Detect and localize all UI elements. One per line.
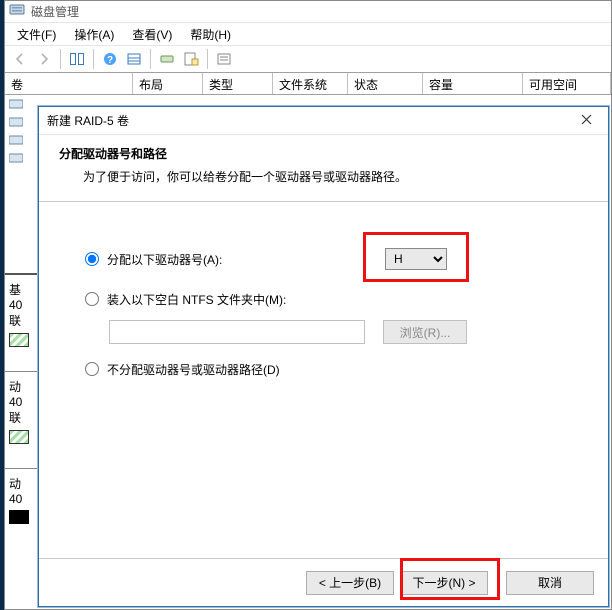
disk-hatch-icon bbox=[9, 333, 29, 347]
radio-mount-folder[interactable] bbox=[85, 292, 99, 306]
option-assign-letter-label: 分配以下驱动器号(A): bbox=[107, 251, 222, 268]
wizard-header: 分配驱动器号和路径 为了便于访问，你可以给卷分配一个驱动器号或驱动器路径。 bbox=[39, 135, 608, 202]
main-menubar: 文件(F) 操作(A) 查看(V) 帮助(H) bbox=[5, 23, 611, 45]
radio-no-assign[interactable] bbox=[85, 362, 99, 376]
menu-help[interactable]: 帮助(H) bbox=[182, 24, 239, 45]
col-layout[interactable]: 布局 bbox=[133, 73, 203, 94]
toolbar-separator bbox=[93, 49, 94, 69]
option-mount-folder-row: 装入以下空白 NTFS 文件夹中(M): bbox=[85, 288, 582, 310]
col-type[interactable]: 类型 bbox=[203, 73, 273, 94]
toolbar-properties-icon[interactable] bbox=[180, 48, 202, 70]
menu-action[interactable]: 操作(A) bbox=[66, 24, 122, 45]
drive-letter-select[interactable]: H bbox=[385, 248, 447, 270]
wizard-footer: < 上一步(B) 下一步(N) > 取消 bbox=[39, 558, 608, 606]
next-button[interactable]: 下一步(N) > bbox=[400, 571, 488, 595]
volume-icon bbox=[9, 134, 23, 146]
disk-hatch-icon bbox=[9, 430, 29, 444]
toolbar-drive-icon[interactable] bbox=[156, 48, 178, 70]
col-free[interactable]: 可用空间 bbox=[523, 73, 611, 94]
close-button[interactable] bbox=[564, 107, 608, 135]
toolbar-separator bbox=[150, 49, 151, 69]
unallocated-icon bbox=[9, 510, 29, 524]
menu-file[interactable]: 文件(F) bbox=[9, 24, 64, 45]
radio-assign-letter[interactable] bbox=[85, 252, 99, 266]
toolbar-list-icon[interactable] bbox=[213, 48, 235, 70]
forward-icon bbox=[33, 48, 55, 70]
toolbar-separator bbox=[207, 49, 208, 69]
option-no-assign-row: 不分配驱动器号或驱动器路径(D) bbox=[85, 358, 582, 380]
main-titlebar: 磁盘管理 bbox=[5, 1, 611, 23]
wizard-content: 分配以下驱动器号(A): H 装入以下空白 NTFS 文件夹中(M): 浏览(R… bbox=[39, 202, 608, 380]
wizard-title: 新建 RAID-5 卷 bbox=[47, 112, 129, 129]
col-volume[interactable]: 卷 bbox=[5, 73, 133, 94]
main-toolbar: ? bbox=[5, 45, 611, 73]
svg-text:?: ? bbox=[107, 55, 113, 66]
back-button[interactable]: < 上一步(B) bbox=[306, 571, 394, 595]
volume-icon bbox=[9, 116, 23, 128]
option-mount-folder-label: 装入以下空白 NTFS 文件夹中(M): bbox=[107, 291, 286, 308]
option-no-assign-label: 不分配驱动器号或驱动器路径(D) bbox=[107, 361, 280, 378]
wizard-subheading: 为了便于访问，你可以给卷分配一个驱动器号或驱动器路径。 bbox=[83, 168, 588, 185]
main-title: 磁盘管理 bbox=[31, 3, 79, 20]
toolbar-panes-icon[interactable] bbox=[66, 48, 88, 70]
raid5-wizard-dialog: 新建 RAID-5 卷 分配驱动器号和路径 为了便于访问，你可以给卷分配一个驱动… bbox=[38, 106, 609, 607]
mount-folder-input bbox=[109, 320, 365, 344]
volume-icon bbox=[9, 152, 23, 164]
close-icon bbox=[581, 114, 592, 128]
help-icon[interactable]: ? bbox=[99, 48, 121, 70]
wizard-titlebar: 新建 RAID-5 卷 bbox=[39, 107, 608, 135]
wizard-heading: 分配驱动器号和路径 bbox=[59, 145, 588, 162]
toolbar-grid-icon[interactable] bbox=[123, 48, 145, 70]
volume-icon bbox=[9, 98, 23, 110]
col-filesystem[interactable]: 文件系统 bbox=[273, 73, 348, 94]
disk-mgmt-icon bbox=[9, 2, 25, 21]
menu-view[interactable]: 查看(V) bbox=[124, 24, 180, 45]
volume-list-headers: 卷 布局 类型 文件系统 状态 容量 可用空间 bbox=[5, 73, 611, 95]
option-assign-letter-row: 分配以下驱动器号(A): bbox=[85, 248, 582, 270]
back-icon bbox=[9, 48, 31, 70]
cancel-button[interactable]: 取消 bbox=[506, 571, 594, 595]
col-capacity[interactable]: 容量 bbox=[423, 73, 523, 94]
browse-button: 浏览(R)... bbox=[383, 320, 467, 344]
col-status[interactable]: 状态 bbox=[348, 73, 423, 94]
toolbar-separator bbox=[60, 49, 61, 69]
